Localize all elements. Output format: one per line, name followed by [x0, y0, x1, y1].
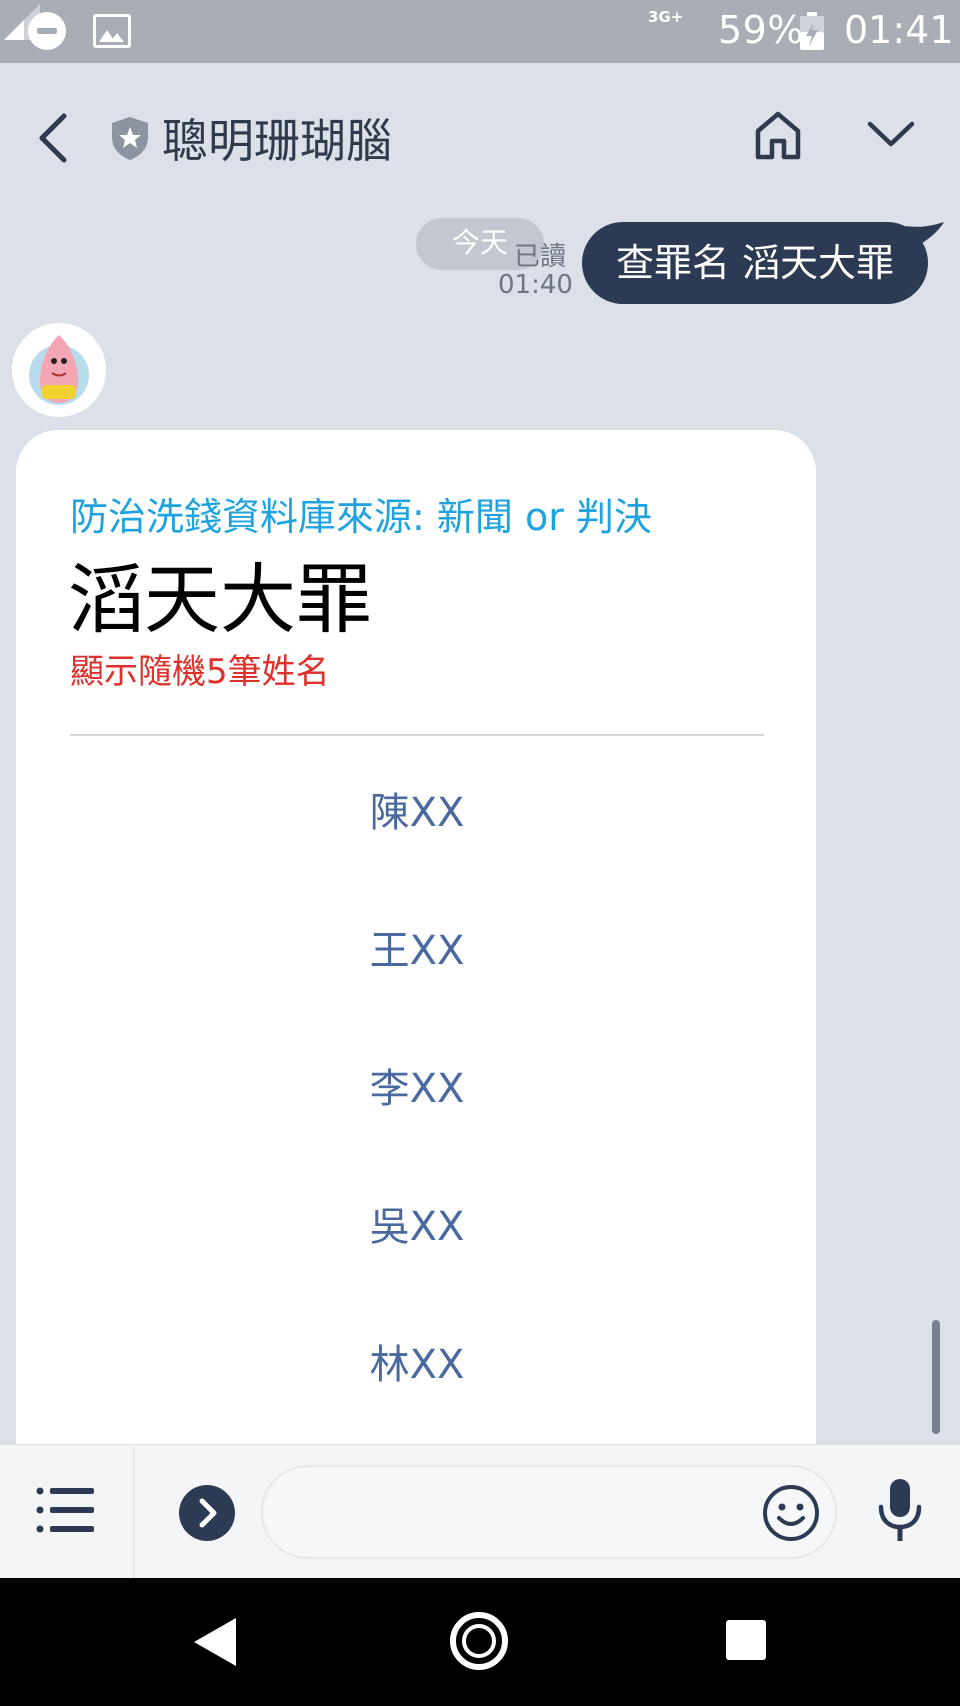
- home-icon[interactable]: [752, 109, 804, 161]
- scrollbar[interactable]: [932, 1320, 940, 1434]
- nav-back-icon[interactable]: [190, 1614, 240, 1670]
- avatar-image: [12, 323, 106, 417]
- card-subtitle: 顯示隨機5筆姓名: [70, 652, 330, 692]
- nav-recents-icon[interactable]: [726, 1620, 766, 1660]
- mic-icon[interactable]: [876, 1477, 924, 1543]
- chat-title: 聰明珊瑚腦: [162, 114, 392, 168]
- menu-icon[interactable]: [36, 1485, 96, 1535]
- nav-home-icon[interactable]: [450, 1612, 508, 1670]
- message-input[interactable]: [261, 1465, 837, 1559]
- back-icon[interactable]: [30, 108, 80, 168]
- name-item[interactable]: 吳XX: [70, 1194, 764, 1252]
- emoji-icon[interactable]: [762, 1484, 820, 1542]
- clock: 01:41: [844, 8, 954, 52]
- shield-icon: [112, 117, 148, 160]
- bot-avatar[interactable]: [12, 323, 106, 417]
- dnd-icon: [28, 12, 66, 50]
- name-item[interactable]: 陳XX: [70, 780, 764, 838]
- bot-result-card: 防治洗錢資料庫來源: 新聞 or 判決 滔天大罪 顯示隨機5筆姓名 陳XX 王X…: [16, 430, 816, 1450]
- expand-button[interactable]: [179, 1485, 235, 1541]
- card-source-text: 防治洗錢資料庫來源: 新聞 or 判決: [70, 495, 652, 539]
- card-title: 滔天大罪: [68, 555, 372, 644]
- read-label: 已讀: [514, 242, 567, 272]
- name-item[interactable]: 李XX: [70, 1056, 764, 1114]
- sent-time: 01:40: [498, 270, 573, 300]
- image-icon: [93, 14, 131, 48]
- chevron-right-icon: [199, 1498, 217, 1528]
- network-type: 3G+: [648, 8, 684, 26]
- system-nav-bar: [0, 1578, 960, 1706]
- name-item[interactable]: 林XX: [70, 1332, 764, 1390]
- battery-icon: [800, 12, 824, 50]
- status-bar: 3G+ 59% 01:41: [0, 0, 960, 63]
- chevron-down-icon[interactable]: [866, 118, 916, 148]
- battery-percent: 59%: [718, 8, 804, 52]
- card-divider: [70, 734, 764, 736]
- chat-header: 聰明珊瑚腦: [0, 63, 960, 208]
- sent-message-bubble[interactable]: 查罪名 滔天大罪: [582, 222, 928, 304]
- name-item[interactable]: 王XX: [70, 918, 764, 976]
- input-bar: [0, 1444, 960, 1579]
- bar-divider: [133, 1445, 134, 1579]
